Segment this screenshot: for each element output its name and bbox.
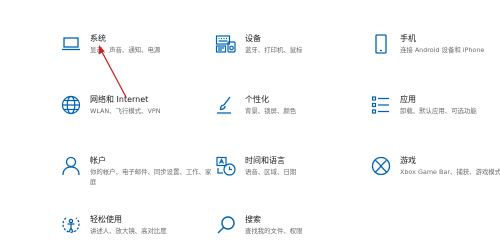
search-icon: [215, 214, 237, 236]
paintbrush-icon: [215, 94, 237, 116]
tile-description: 显示、声音、通知、电源: [90, 46, 161, 54]
tile-title: 时间和语言: [245, 156, 285, 165]
tile-phone[interactable]: 手机 连接 Android 设备和 iPhone: [370, 33, 500, 73]
tile-title: 游戏: [400, 156, 416, 165]
tile-description: 卸载、默认应用、可选功能: [400, 107, 477, 115]
tile-description: WLAN、飞行模式、VPN: [90, 107, 161, 115]
tile-gaming[interactable]: 游戏 Xbox Game Bar、捕获、游戏模式: [370, 155, 500, 195]
tile-accounts[interactable]: 帐户 你的帐户、电子邮件、同步设置、工作、家庭: [60, 155, 215, 195]
laptop-icon: [60, 33, 82, 55]
tile-network[interactable]: 网络和 Internet WLAN、飞行模式、VPN: [60, 94, 215, 134]
tile-search[interactable]: 搜索 查找我的文件、权限: [215, 214, 370, 247]
tile-title: 搜索: [245, 215, 261, 224]
tile-description: 语音、区域、日期: [245, 168, 297, 176]
tile-title: 轻松使用: [90, 215, 122, 224]
tile-devices[interactable]: 设备 蓝牙、打印机、鼠标: [215, 33, 370, 73]
tile-description: Xbox Game Bar、捕获、游戏模式: [400, 168, 500, 176]
apps-list-icon: [370, 94, 392, 116]
tile-title: 帐户: [90, 156, 106, 165]
tile-title: 个性化: [245, 95, 269, 104]
tile-description: 查找我的文件、权限: [245, 227, 303, 235]
tile-description: 讲述人、放大镜、高对比度: [90, 227, 167, 235]
tile-description: 蓝牙、打印机、鼠标: [245, 46, 303, 54]
tile-title: 手机: [400, 34, 416, 43]
tile-description: 你的帐户、电子邮件、同步设置、工作、家庭: [90, 168, 212, 186]
tile-title: 系统: [90, 34, 106, 43]
ease-of-access-icon: [60, 214, 82, 236]
tile-apps[interactable]: 应用 卸载、默认应用、可选功能: [370, 94, 500, 134]
tile-title: 设备: [245, 34, 261, 43]
tile-personalization[interactable]: 个性化 背景、锁屏、颜色: [215, 94, 370, 134]
tile-description: 连接 Android 设备和 iPhone: [400, 46, 485, 54]
tile-title: 网络和 Internet: [90, 95, 149, 104]
tile-title: 应用: [400, 95, 416, 104]
tile-ease-of-access[interactable]: 轻松使用 讲述人、放大镜、高对比度: [60, 214, 215, 247]
keyboard-icon: [215, 33, 237, 55]
time-language-icon: [215, 155, 237, 177]
globe-icon: [60, 94, 82, 116]
settings-grid: 系统 显示、声音、通知、电源 设备 蓝牙、打印机、鼠标 手机 连接 Androi…: [0, 0, 500, 247]
tile-description: 背景、锁屏、颜色: [245, 107, 297, 115]
person-icon: [60, 155, 82, 177]
phone-icon: [370, 33, 392, 55]
xbox-icon: [370, 155, 392, 177]
tile-system[interactable]: 系统 显示、声音、通知、电源: [60, 33, 215, 73]
tile-time-language[interactable]: 时间和语言 语音、区域、日期: [215, 155, 370, 195]
